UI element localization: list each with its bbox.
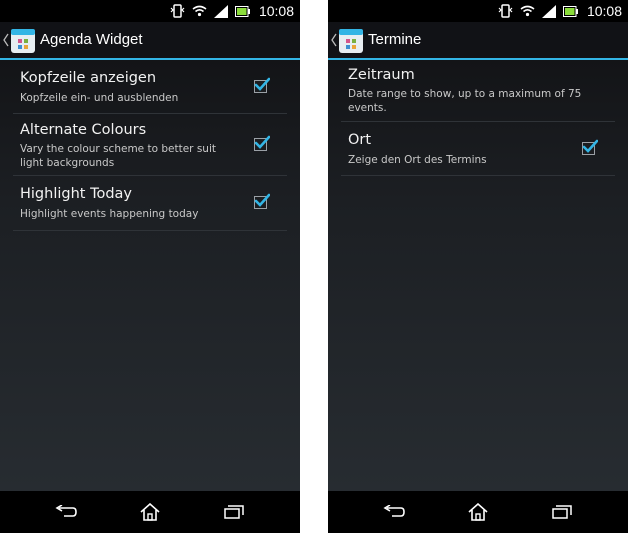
chevron-left-icon[interactable] — [3, 33, 9, 47]
item-subtitle: Date range to show, up to a maximum of 7… — [348, 88, 582, 114]
home-button[interactable] — [120, 491, 180, 533]
recent-apps-button[interactable] — [204, 491, 264, 533]
navigation-bar — [328, 491, 628, 533]
list-item[interactable]: Alternate Colours Vary the colour scheme… — [13, 114, 287, 176]
home-icon — [140, 503, 160, 521]
vibrate-icon — [170, 4, 185, 18]
recent-apps-icon — [224, 505, 244, 519]
status-bar: 10:08 — [0, 0, 300, 22]
signal-icon — [213, 4, 228, 18]
chevron-left-icon[interactable] — [331, 33, 337, 47]
item-subtitle: Vary the colour scheme to better suit li… — [20, 143, 216, 169]
battery-icon — [234, 5, 250, 17]
item-subtitle: Zeige den Ort des Termins — [348, 154, 487, 166]
phone-screen-left: 10:08 Agenda Widget Kopfzeile anzeigen K… — [0, 0, 300, 533]
back-icon — [383, 505, 405, 517]
vibrate-icon — [498, 4, 513, 18]
item-title: Zeitraum — [348, 67, 415, 83]
wifi-icon — [192, 5, 207, 17]
list-item[interactable]: Zeitraum Date range to show, up to a max… — [341, 60, 615, 122]
settings-list: Zeitraum Date range to show, up to a max… — [328, 60, 628, 176]
app-calendar-icon[interactable] — [10, 28, 36, 54]
status-clock: 10:08 — [258, 3, 294, 19]
item-title: Alternate Colours — [20, 122, 147, 138]
checkbox[interactable] — [254, 77, 270, 93]
checkmark-icon — [254, 135, 270, 149]
status-bar: 10:08 — [328, 0, 628, 22]
phone-screen-right: 10:08 Termine Zeitraum Date range to sho… — [328, 0, 628, 533]
home-button[interactable] — [448, 491, 508, 533]
item-title: Ort — [348, 132, 372, 148]
action-bar[interactable]: Termine — [328, 22, 628, 60]
checkmark-icon — [254, 77, 270, 91]
checkbox[interactable] — [254, 193, 270, 209]
back-button[interactable] — [364, 491, 424, 533]
item-title: Highlight Today — [20, 186, 133, 202]
item-subtitle: Kopfzeile ein- und ausblenden — [20, 92, 179, 104]
settings-list: Kopfzeile anzeigen Kopfzeile ein- und au… — [0, 60, 300, 231]
list-item[interactable]: Ort Zeige den Ort des Termins — [341, 122, 615, 176]
navigation-bar — [0, 491, 300, 533]
home-icon — [468, 503, 488, 521]
item-title: Kopfzeile anzeigen — [20, 70, 157, 86]
item-subtitle: Highlight events happening today — [20, 208, 199, 220]
back-button[interactable] — [36, 491, 96, 533]
recent-apps-icon — [552, 505, 572, 519]
page-title: Termine — [368, 31, 422, 48]
checkmark-icon — [582, 139, 598, 153]
app-calendar-icon[interactable] — [338, 28, 364, 54]
action-bar[interactable]: Agenda Widget — [0, 22, 300, 60]
list-item[interactable]: Highlight Today Highlight events happeni… — [13, 176, 287, 231]
checkbox[interactable] — [582, 139, 598, 155]
recent-apps-button[interactable] — [532, 491, 592, 533]
signal-icon — [541, 4, 556, 18]
status-clock: 10:08 — [586, 3, 622, 19]
list-item[interactable]: Kopfzeile anzeigen Kopfzeile ein- und au… — [13, 60, 287, 114]
page-title: Agenda Widget — [40, 31, 143, 48]
wifi-icon — [520, 5, 535, 17]
checkbox[interactable] — [254, 135, 270, 151]
battery-icon — [562, 5, 578, 17]
back-icon — [55, 505, 77, 517]
checkmark-icon — [254, 193, 270, 207]
